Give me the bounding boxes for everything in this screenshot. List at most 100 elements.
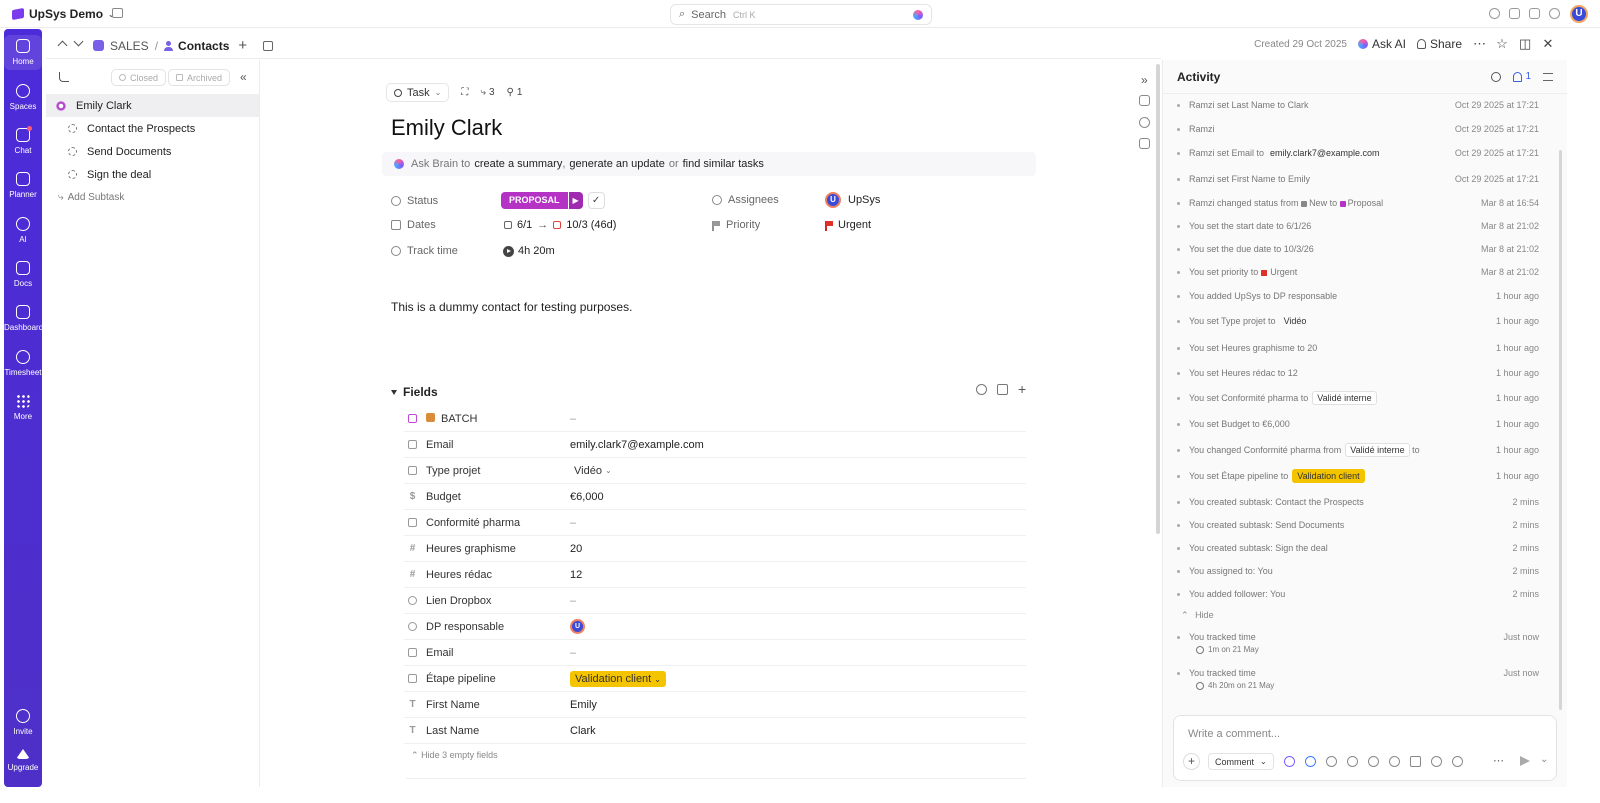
assignee-value[interactable]: U UpSys — [825, 192, 880, 208]
task-type-selector[interactable]: Task ⌄ — [386, 83, 450, 102]
rail-invite[interactable]: Invite — [4, 709, 42, 736]
close-icon[interactable]: ✕ — [1542, 37, 1554, 50]
layout-icon[interactable]: ◫ — [1519, 37, 1531, 50]
workspace-switcher[interactable]: UpSys Demo ⌄ — [6, 4, 121, 24]
track-time-value[interactable]: 4h 20m — [503, 245, 555, 257]
rail-more[interactable]: More — [4, 394, 42, 421]
field-row-type-projet[interactable]: Type projet Vidéo ⌄ — [404, 458, 1026, 484]
dates-value[interactable]: 6/1 → 10/3 (46d) — [504, 219, 616, 231]
pipeline-tag[interactable]: Validation client ⌄ — [570, 670, 666, 687]
activity-tab-icon[interactable] — [1139, 95, 1150, 106]
more-options-button[interactable]: ⋯ — [1473, 37, 1486, 50]
dependency-count[interactable]: ⚲ 1 — [507, 87, 523, 98]
more-options-button[interactable]: ⋯ — [1493, 754, 1504, 767]
notifications-button[interactable]: 1 — [1513, 71, 1531, 82]
rail-ai[interactable]: AI — [4, 217, 42, 244]
closed-filter[interactable]: Closed — [111, 69, 167, 86]
search-icon[interactable] — [976, 384, 987, 395]
clip-icon[interactable] — [1389, 756, 1400, 767]
comment-input[interactable]: Write a comment... — [1188, 728, 1280, 740]
create-summary-link[interactable]: create a summary — [474, 158, 562, 170]
field-value[interactable]: – — [570, 647, 576, 659]
add-field-icon[interactable]: + — [1018, 382, 1029, 396]
task-description[interactable]: This is a dummy contact for testing purp… — [391, 300, 632, 314]
filter-icon[interactable] — [1543, 72, 1553, 81]
activity-scrollbar[interactable] — [1559, 150, 1562, 710]
comment-type-selector[interactable]: Comment ⌄ — [1208, 753, 1274, 770]
rail-planner[interactable]: Planner — [4, 172, 42, 199]
rail-upgrade[interactable]: Upgrade — [4, 749, 42, 772]
field-value[interactable]: – — [570, 517, 576, 529]
field-row-heures-graphisme[interactable]: # Heures graphisme 20 — [404, 536, 1026, 562]
field-value[interactable]: Emily — [570, 699, 597, 711]
field-row-conformite[interactable]: Conformité pharma – — [404, 510, 1026, 536]
field-row-email[interactable]: Email emily.clark7@example.com — [404, 432, 1026, 458]
move-task-icon[interactable] — [263, 40, 274, 51]
ai-icon[interactable] — [1284, 756, 1295, 767]
field-row-budget[interactable]: $ Budget €6,000 — [404, 484, 1026, 510]
rail-timesheet[interactable]: Timesheet — [4, 350, 42, 377]
field-row-batch[interactable]: BATCH – — [404, 406, 1026, 432]
notepad-icon[interactable] — [1509, 8, 1520, 19]
video-icon[interactable] — [1410, 756, 1421, 767]
share-button[interactable]: Share — [1416, 37, 1462, 51]
brain-icon[interactable] — [913, 9, 923, 20]
paperclip-icon[interactable] — [1326, 756, 1337, 767]
rail-home[interactable]: Home — [4, 35, 42, 70]
emoji-icon[interactable] — [1368, 756, 1379, 767]
find-similar-link[interactable]: find similar tasks — [683, 158, 764, 170]
field-value[interactable]: 12 — [570, 569, 582, 581]
subtask-parent-item[interactable]: Emily Clark — [46, 94, 259, 117]
generate-update-link[interactable]: generate an update — [569, 158, 664, 170]
rail-spaces[interactable]: Spaces — [4, 84, 42, 111]
focus-icon[interactable]: ⛶ — [461, 87, 468, 98]
dp-responsable-avatar[interactable]: U — [570, 619, 585, 634]
subtask-count[interactable]: ⤷ 3 — [480, 87, 494, 98]
main-scrollbar[interactable] — [1156, 64, 1160, 534]
breadcrumb-list[interactable]: Contacts — [178, 39, 229, 53]
breadcrumb-space[interactable]: SALES — [110, 39, 149, 53]
fields-section-toggle[interactable]: Fields — [391, 385, 438, 399]
field-value[interactable]: – — [570, 413, 576, 425]
hide-empty-fields-toggle[interactable]: ⌃ Hide 3 empty fields — [411, 750, 498, 761]
complete-check-button[interactable]: ✓ — [587, 192, 605, 209]
brain-icon[interactable] — [1305, 756, 1316, 767]
ask-ai-button[interactable]: Ask AI — [1357, 37, 1406, 51]
add-attachment-button[interactable]: + — [1183, 753, 1200, 770]
field-value[interactable]: Clark — [570, 725, 596, 737]
rail-dashboard[interactable]: Dashboard — [4, 305, 43, 332]
archived-filter[interactable]: Archived — [168, 69, 231, 86]
apps-tab-icon[interactable] — [1139, 138, 1150, 149]
subtask-item[interactable]: Send Documents — [46, 140, 259, 163]
status-pill[interactable]: PROPOSAL ▶ ✓ — [501, 192, 605, 209]
priority-value[interactable]: Urgent — [825, 219, 871, 231]
collapse-sidebar-button[interactable]: « — [240, 70, 247, 84]
task-check-icon[interactable] — [1452, 756, 1463, 767]
field-row-heures-redac[interactable]: # Heures rédac 12 — [404, 562, 1026, 588]
global-search[interactable]: ⌕ Search Ctrl K — [670, 4, 932, 25]
add-to-list-button[interactable]: + — [238, 37, 247, 54]
rail-docs[interactable]: Docs — [4, 261, 42, 288]
send-icon[interactable] — [1520, 756, 1530, 766]
field-row-etape-pipeline[interactable]: Étape pipeline Validation client ⌄ — [404, 666, 1026, 692]
field-row-email-2[interactable]: Email – — [404, 640, 1026, 666]
next-status-arrow-icon[interactable]: ▶ — [568, 192, 583, 209]
subtask-item[interactable]: Sign the deal — [46, 163, 259, 186]
gear-icon[interactable] — [1549, 8, 1560, 19]
subtask-tree-icon[interactable] — [59, 72, 69, 82]
chevron-up-icon[interactable] — [57, 40, 68, 51]
star-icon[interactable]: ☆ — [1496, 37, 1508, 50]
field-value[interactable]: emily.clark7@example.com — [570, 439, 704, 451]
field-row-dp-responsable[interactable]: DP responsable U — [404, 614, 1026, 640]
more-chevron-icon[interactable]: ⌄ — [1540, 754, 1548, 765]
expand-icon[interactable] — [997, 384, 1008, 395]
rail-chat[interactable]: Chat — [4, 126, 42, 155]
expand-panel-icon[interactable]: » — [1141, 73, 1148, 87]
subtask-item[interactable]: Contact the Prospects — [46, 117, 259, 140]
field-row-first-name[interactable]: T First Name Emily — [404, 692, 1026, 718]
check-circle-icon[interactable] — [1489, 8, 1500, 19]
task-title[interactable]: Emily Clark — [391, 115, 502, 141]
hide-activity-toggle[interactable]: ⌃ Hide — [1181, 610, 1214, 621]
chevron-down-icon[interactable] — [73, 36, 84, 47]
field-dropdown-value[interactable]: Vidéo ⌄ — [570, 464, 616, 478]
